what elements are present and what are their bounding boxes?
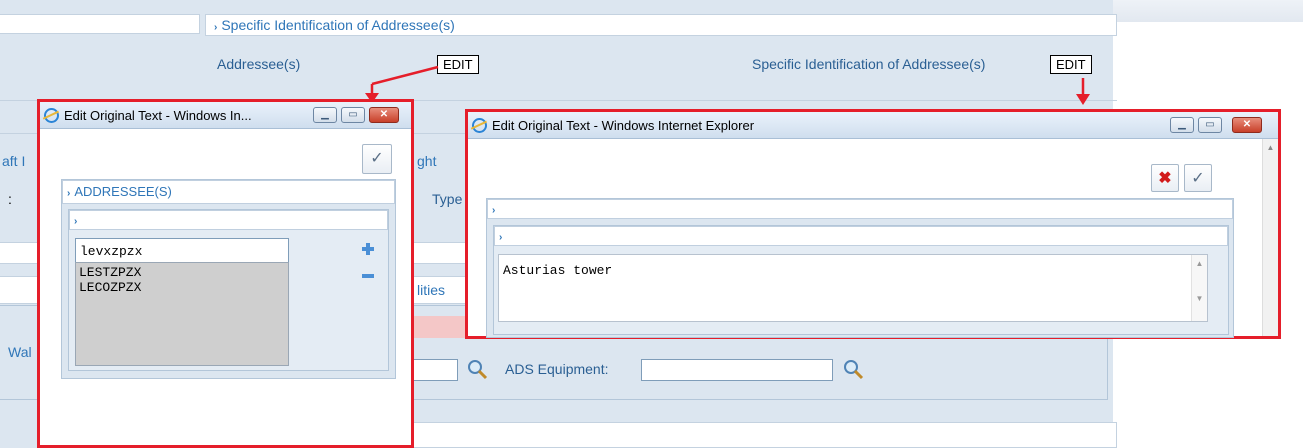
close-button[interactable]: ✕ (1232, 117, 1262, 133)
text-inner-panel: › Asturias tower ▲ ▼ (493, 225, 1229, 335)
add-icon[interactable] (361, 242, 375, 259)
close-button[interactable]: ✕ (369, 107, 399, 123)
inner-panel-header: › (69, 210, 388, 230)
edit-addressees-button[interactable]: EDIT (437, 55, 479, 74)
search-icon[interactable] (842, 358, 864, 383)
section-title: Specific Identification of Addressee(s) (221, 17, 455, 33)
list-item[interactable]: LECOZPZX (79, 280, 285, 295)
right-dialog-title: Edit Original Text - Windows Internet Ex… (492, 117, 755, 133)
hidden-input[interactable] (412, 359, 458, 381)
partial-colon-label: : (8, 191, 12, 207)
text-panel: › › Asturias tower ▲ ▼ (486, 198, 1234, 338)
ads-equipment-label: ADS Equipment: (505, 361, 609, 377)
partial-aircraft-label: aft I (2, 153, 26, 169)
edit-specific-button[interactable]: EDIT (1050, 55, 1092, 74)
remove-icon[interactable] (361, 266, 375, 282)
scroll-up-arrow-icon[interactable]: ▲ (1192, 259, 1207, 268)
right-header-bar (1113, 0, 1303, 22)
list-item[interactable]: LESTZPZX (79, 265, 285, 280)
addressee-input[interactable]: levxzpzx (75, 238, 289, 263)
cancel-button[interactable]: ✖ (1151, 164, 1179, 192)
left-dialog-titlebar[interactable]: Edit Original Text - Windows In... ▁ ▭ ✕ (40, 102, 411, 129)
ie-icon (472, 117, 487, 133)
addressees-panel: › ADDRESSEE(S) › levxzpzx LESTZPZX LECOZP… (61, 179, 396, 379)
ads-equipment-input[interactable] (641, 359, 833, 381)
search-icon[interactable] (466, 358, 488, 383)
maximize-button[interactable]: ▭ (341, 107, 365, 123)
minimize-button[interactable]: ▁ (1170, 117, 1194, 133)
minimize-button[interactable]: ▁ (313, 107, 337, 123)
confirm-button[interactable]: ✓ (1184, 164, 1212, 192)
scroll-up-arrow-icon[interactable]: ▲ (1263, 143, 1278, 152)
chevron-right-icon: › (214, 22, 218, 33)
chevron-right-icon: › (74, 216, 78, 227)
partial-flight-label: ght (417, 153, 437, 169)
partial-capabilities-label: lities (417, 282, 446, 298)
addressees-panel-header: › ADDRESSEE(S) (62, 180, 395, 204)
textarea-scrollbar[interactable]: ▲ ▼ (1191, 255, 1207, 321)
ie-icon (44, 107, 59, 123)
addressees-header-label: ADDRESSEE(S) (74, 184, 172, 199)
right-dialog-titlebar[interactable]: Edit Original Text - Windows Internet Ex… (468, 112, 1278, 139)
scroll-down-arrow-icon[interactable]: ▼ (1192, 294, 1207, 303)
maximize-button[interactable]: ▭ (1198, 117, 1222, 133)
section-header: › Specific Identification of Addressee(s) (205, 14, 1117, 36)
chevron-right-icon: › (499, 232, 503, 243)
partial-type-label: Type (432, 191, 463, 207)
chevron-right-icon: › (67, 188, 71, 199)
left-header-strip (0, 14, 200, 34)
inner-panel-header: › (494, 226, 1228, 246)
specific-identification-label: Specific Identification of Addressee(s) (752, 56, 986, 72)
confirm-button[interactable]: ✓ (362, 144, 392, 174)
addressees-inner-panel: › levxzpzx LESTZPZX LECOZPZX (68, 209, 389, 371)
original-text-area[interactable]: Asturias tower ▲ ▼ (498, 254, 1208, 322)
dialog-scrollbar[interactable]: ▲ (1262, 139, 1278, 336)
left-edit-dialog: Edit Original Text - Windows In... ▁ ▭ ✕… (37, 99, 414, 448)
arrow-to-right-dialog (1076, 78, 1090, 105)
addressee-list[interactable]: LESTZPZX LECOZPZX (75, 262, 289, 366)
text-panel-header: › (487, 199, 1233, 219)
chevron-right-icon: › (492, 205, 496, 216)
right-edit-dialog: Edit Original Text - Windows Internet Ex… (465, 109, 1281, 339)
left-dialog-title: Edit Original Text - Windows In... (64, 107, 252, 123)
bottom-strip (412, 422, 1117, 448)
addressees-label: Addressee(s) (217, 56, 301, 72)
